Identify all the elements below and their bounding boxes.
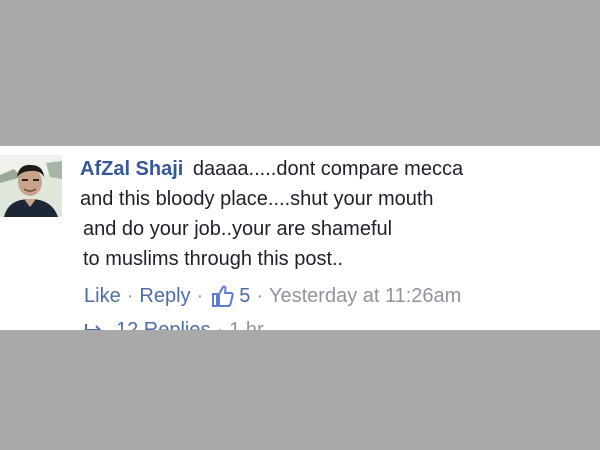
- comment-line: to muslims through this post..: [83, 244, 590, 274]
- separator-dot: ·: [196, 285, 204, 307]
- separator-dot: ·: [126, 285, 134, 307]
- comment-text-line-3: and do your job..your are shameful: [83, 218, 393, 240]
- avatar[interactable]: [0, 155, 62, 217]
- separator-dot: ·: [216, 319, 224, 330]
- comment-actions: Like · Reply · 5 · Yesterday at 11:26am: [84, 282, 461, 310]
- thumbs-up-icon[interactable]: [211, 284, 235, 308]
- replies-age: 1 hr: [229, 319, 264, 330]
- like-count[interactable]: 5: [239, 282, 250, 310]
- like-link[interactable]: Like: [84, 282, 121, 310]
- separator-dot: ·: [256, 285, 263, 307]
- replies-row[interactable]: 12 Replies · 1 hr: [84, 318, 264, 330]
- author-name[interactable]: AfZal Shaji: [80, 158, 183, 180]
- comment-line: and do your job..your are shameful: [83, 214, 590, 244]
- screenshot-stage: AfZal Shaji daaaa.....dont compare mecca…: [0, 0, 600, 450]
- comment-line: AfZal Shaji daaaa.....dont compare mecca: [80, 154, 590, 184]
- replies-link[interactable]: 12 Replies: [116, 318, 211, 330]
- comment-body: AfZal Shaji daaaa.....dont compare mecca…: [80, 154, 590, 274]
- avatar-photo: [0, 155, 62, 217]
- comment-text-line-1: daaaa.....dont compare mecca: [192, 158, 464, 180]
- reply-link[interactable]: Reply: [139, 282, 190, 310]
- comment-line: and this bloody place....shut your mouth: [80, 184, 590, 214]
- reply-arrow-icon: [84, 318, 104, 330]
- comment-text-line-2: and this bloody place....shut your mouth: [80, 188, 434, 210]
- comment-card: AfZal Shaji daaaa.....dont compare mecca…: [0, 146, 600, 330]
- comment-text-line-4: to muslims through this post..: [83, 248, 344, 270]
- timestamp[interactable]: Yesterday at 11:26am: [269, 282, 461, 310]
